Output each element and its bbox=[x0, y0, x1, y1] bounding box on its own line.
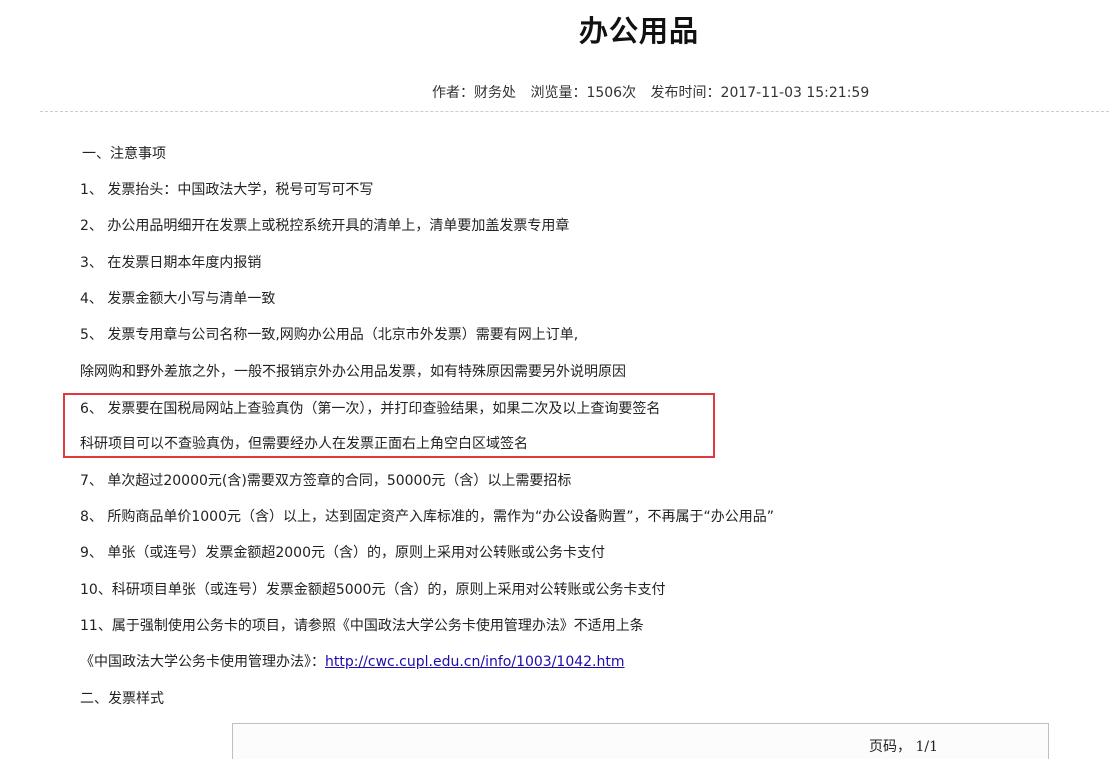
meta-author: 作者：财务处 bbox=[432, 85, 516, 101]
note-item-6-continued: 科研项目可以不查验真伪，但需要经办人在发票正面右上角空白区域签名 bbox=[80, 436, 528, 452]
note-item-10: 10、科研项目单张（或连号）发票金额超5000元（含）的，原则上采用对公转账或公… bbox=[80, 582, 666, 598]
reference-prefix: 《中国政法大学公务卡使用管理办法》： bbox=[80, 654, 325, 670]
meta-views: 浏览量：1506次 bbox=[530, 85, 637, 101]
invoice-preview: 页码， 1/1 bbox=[232, 723, 1049, 759]
invoice-page-number: 页码， 1/1 bbox=[869, 739, 938, 755]
meta-divider bbox=[40, 111, 1109, 112]
note-item-3: 3、 在发票日期本年度内报销 bbox=[80, 255, 262, 271]
note-item-7: 7、 单次超过20000元(含)需要双方签章的合同，50000元（含）以上需要招… bbox=[80, 473, 572, 489]
note-item-5-continued: 除网购和野外差旅之外，一般不报销京外办公用品发票，如有特殊原因需要另外说明原因 bbox=[80, 364, 626, 380]
note-item-4: 4、 发票金额大小写与清单一致 bbox=[80, 291, 276, 307]
note-item-9: 9、 单张（或连号）发票金额超2000元（含）的，原则上采用对公转账或公务卡支付 bbox=[80, 545, 605, 561]
note-item-5: 5、 发票专用章与公司名称一致,网购办公用品（北京市外发票）需要有网上订单, bbox=[80, 327, 579, 343]
reference-line: 《中国政法大学公务卡使用管理办法》：http://cwc.cupl.edu.cn… bbox=[80, 653, 625, 671]
note-item-2: 2、 办公用品明细开在发票上或税控系统开具的清单上，清单要加盖发票专用章 bbox=[80, 218, 570, 234]
note-item-1: 1、 发票抬头：中国政法大学，税号可写可不写 bbox=[80, 182, 374, 198]
note-item-6: 6、 发票要在国税局网站上查验真伪（第一次），并打印查验结果，如果二次及以上查询… bbox=[80, 401, 661, 417]
note-item-11: 11、属于强制使用公务卡的项目，请参照《中国政法大学公务卡使用管理办法》不适用上… bbox=[80, 618, 644, 634]
reference-link[interactable]: http://cwc.cupl.edu.cn/info/1003/1042.ht… bbox=[325, 654, 625, 670]
section-heading-notes: 一、注意事项 bbox=[82, 146, 166, 162]
note-item-8: 8、 所购商品单价1000元（含）以上，达到固定资产入库标准的，需作为“办公设备… bbox=[80, 509, 774, 525]
section-heading-invoice: 二、发票样式 bbox=[80, 691, 164, 707]
meta-published: 发布时间：2017-11-03 15:21:59 bbox=[650, 85, 870, 101]
article-title: 办公用品 bbox=[578, 14, 699, 48]
article-meta: 作者：财务处 浏览量：1506次 发布时间：2017-11-03 15:21:5… bbox=[432, 82, 879, 102]
